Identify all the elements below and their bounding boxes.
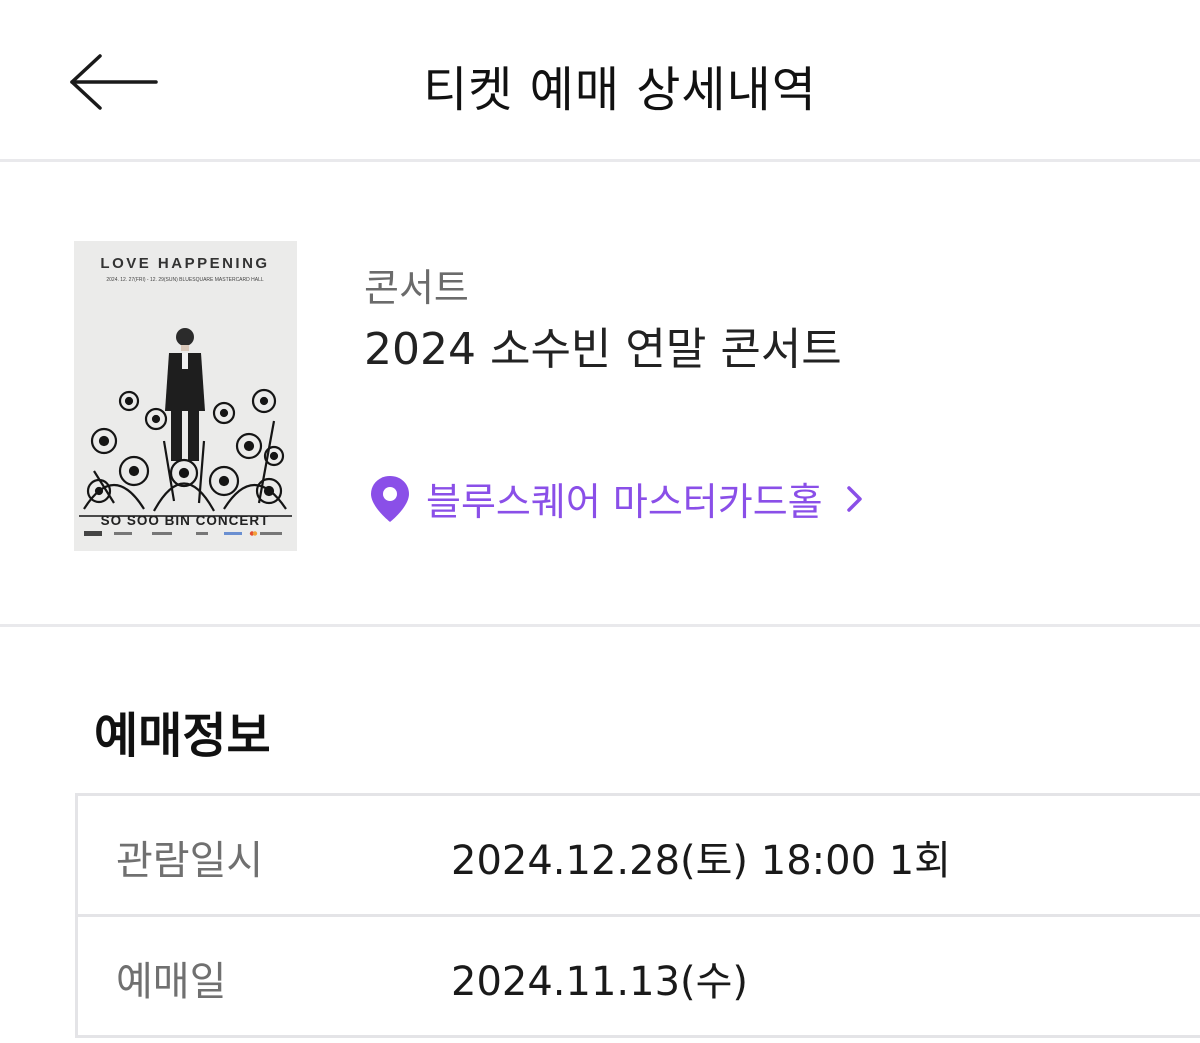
row-label: 예매일 bbox=[116, 959, 227, 1005]
row-label: 관람일시 bbox=[116, 838, 264, 884]
venue-label: 블루스퀘어 마스터카드홀 bbox=[426, 480, 823, 524]
show-category: 콘서트 bbox=[364, 266, 469, 310]
table-row-booking-date: 예매일 2024.11.13(수) bbox=[78, 917, 1200, 1038]
poster-top-title: LOVE HAPPENING bbox=[100, 255, 269, 272]
show-summary: LOVE HAPPENING 2024. 12. 27(FRI) - 12. 2… bbox=[0, 165, 1200, 627]
booking-info-title: 예매정보 bbox=[94, 708, 271, 764]
booking-info-table: 관람일시 2024.12.28(토) 18:00 1회 예매일 2024.11.… bbox=[75, 793, 1200, 1038]
map-pin-icon bbox=[371, 475, 409, 522]
page-title: 티켓 예매 상세내역 bbox=[423, 62, 817, 118]
table-row-view-datetime: 관람일시 2024.12.28(토) 18:00 1회 bbox=[78, 796, 1200, 917]
poster-bottom-title: SO SOO BIN CONCERT bbox=[101, 513, 270, 528]
chevron-right-icon bbox=[846, 485, 862, 512]
row-value: 2024.11.13(수) bbox=[451, 959, 749, 1005]
poster-image[interactable]: LOVE HAPPENING 2024. 12. 27(FRI) - 12. 2… bbox=[74, 241, 297, 551]
show-title: 2024 소수빈 연말 콘서트 bbox=[364, 324, 842, 375]
venue-link[interactable]: 블루스퀘어 마스터카드홀 bbox=[368, 471, 867, 526]
poster-dates: 2024. 12. 27(FRI) - 12. 29(SUN) BLUESQUA… bbox=[106, 277, 263, 283]
row-value: 2024.12.28(토) 18:00 1회 bbox=[451, 838, 951, 884]
top-bar: 티켓 예매 상세내역 bbox=[0, 0, 1200, 162]
